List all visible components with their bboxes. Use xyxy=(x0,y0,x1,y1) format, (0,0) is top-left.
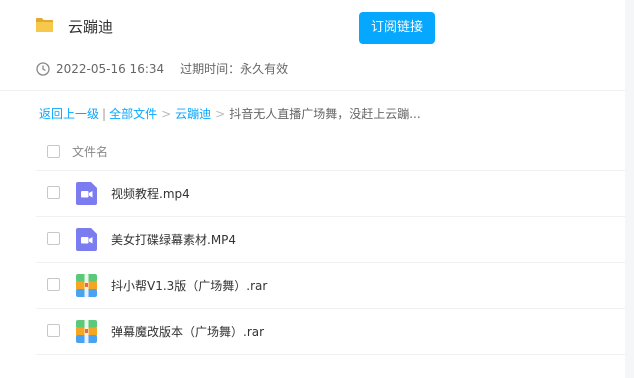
file-name[interactable]: 美女打碟绿幕素材.MP4 xyxy=(111,231,236,248)
breadcrumb-current: 抖音无人直播广场舞，没赶上云蹦... xyxy=(229,107,421,121)
table-row[interactable]: 美女打碟绿幕素材.MP4 xyxy=(36,217,625,263)
clock-icon xyxy=(36,61,50,76)
row-checkbox[interactable] xyxy=(47,324,60,337)
select-all-checkbox[interactable] xyxy=(47,145,60,158)
file-table: 文件名 视频教程.mp4 美女打碟绿幕素材.MP4 抖小帮V1.3版（广场舞）.… xyxy=(36,130,625,355)
row-checkbox[interactable] xyxy=(47,232,60,245)
breadcrumb-back-link[interactable]: 返回上一级 xyxy=(39,107,99,121)
breadcrumb-pipe: | xyxy=(102,107,107,121)
table-row[interactable]: 视频教程.mp4 xyxy=(36,171,625,217)
share-panel: 云蹦迪 订阅链接 2022-05-16 16:34 过期时间： 永久有效 返回上… xyxy=(0,0,625,378)
file-name[interactable]: 抖小帮V1.3版（广场舞）.rar xyxy=(111,277,267,294)
breadcrumb-separator: > xyxy=(161,107,172,121)
row-checkbox[interactable] xyxy=(47,278,60,291)
archive-file-icon xyxy=(76,274,97,297)
row-checkbox[interactable] xyxy=(47,186,60,199)
breadcrumb: 返回上一级 | 全部文件 > 云蹦迪 > 抖音无人直播广场舞，没赶上云蹦... xyxy=(39,105,421,122)
table-header-row: 文件名 xyxy=(36,130,625,171)
file-name[interactable]: 弹幕魔改版本（广场舞）.rar xyxy=(111,323,264,340)
table-row[interactable]: 抖小帮V1.3版（广场舞）.rar xyxy=(36,263,625,309)
breadcrumb-all-files-link[interactable]: 全部文件 xyxy=(109,107,157,121)
expire-label: 过期时间： xyxy=(180,62,241,76)
expire-value: 永久有效 xyxy=(240,62,289,76)
file-name[interactable]: 视频教程.mp4 xyxy=(111,185,190,202)
video-file-icon xyxy=(76,182,97,205)
share-date: 2022-05-16 16:34 xyxy=(56,61,165,76)
folder-icon xyxy=(36,18,53,32)
share-header: 云蹦迪 订阅链接 2022-05-16 16:34 过期时间： 永久有效 xyxy=(0,0,625,91)
share-meta: 2022-05-16 16:34 过期时间： 永久有效 xyxy=(36,60,288,77)
breadcrumb-separator: > xyxy=(215,107,226,121)
video-file-icon xyxy=(76,228,97,251)
archive-file-icon xyxy=(76,320,97,343)
breadcrumb-folder-link[interactable]: 云蹦迪 xyxy=(175,107,211,121)
column-header-filename: 文件名 xyxy=(72,145,109,159)
share-title: 云蹦迪 xyxy=(68,18,114,36)
table-row[interactable]: 弹幕魔改版本（广场舞）.rar xyxy=(36,309,625,355)
subscribe-link-button[interactable]: 订阅链接 xyxy=(359,12,435,44)
